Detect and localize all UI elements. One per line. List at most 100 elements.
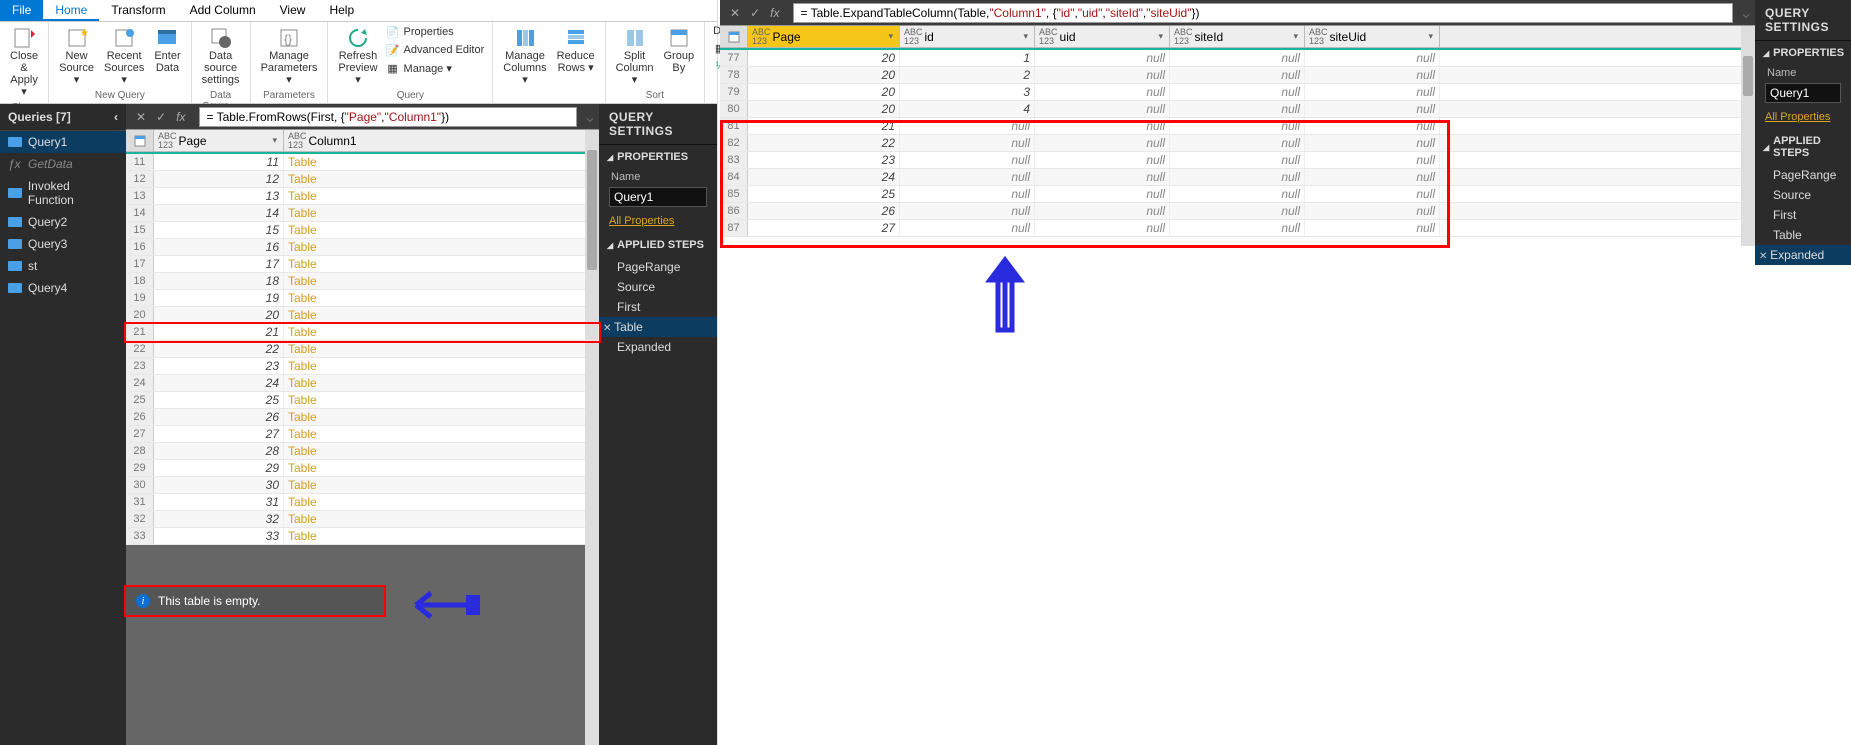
table-row[interactable]: 2525Table [126, 392, 599, 409]
manage-columns-button[interactable]: Manage Columns ▾ [499, 24, 550, 88]
advanced-editor-button[interactable]: 📝Advanced Editor [384, 42, 487, 58]
table-row[interactable]: 79203nullnullnull [720, 84, 1755, 101]
formula-commit-icon[interactable]: ✓ [156, 110, 166, 124]
table-row[interactable]: 8323nullnullnullnull [720, 152, 1755, 169]
applied-step[interactable]: PageRange [1755, 165, 1851, 185]
tab-file[interactable]: File [0, 0, 43, 21]
recent-sources-button[interactable]: Recent Sources ▾ [100, 24, 148, 88]
applied-step[interactable]: First [599, 297, 717, 317]
table-row[interactable]: 2929Table [126, 460, 599, 477]
data-source-settings-button[interactable]: Data source settings [198, 24, 244, 88]
col-header-id[interactable]: ABC 123id▾ [900, 26, 1035, 47]
table-row[interactable]: 2222Table [126, 341, 599, 358]
qs-properties-header[interactable]: PROPERTIES [1755, 41, 1851, 65]
filter-icon[interactable]: ▾ [1291, 31, 1300, 42]
select-all-corner[interactable] [126, 130, 154, 151]
table-row[interactable]: 2424Table [126, 375, 599, 392]
formula-dropdown-icon[interactable]: ⌄ [1737, 3, 1755, 23]
formula-input-right[interactable]: = Table.ExpandTableColumn(Table, "Column… [793, 3, 1733, 23]
table-row[interactable]: 1111Table [126, 154, 599, 171]
table-row[interactable]: 2828Table [126, 443, 599, 460]
filter-icon[interactable]: ▾ [1021, 31, 1030, 42]
all-properties-link[interactable]: All Properties [1755, 105, 1851, 129]
table-row[interactable]: 1515Table [126, 222, 599, 239]
table-row[interactable]: 1717Table [126, 256, 599, 273]
table-row[interactable]: 8121nullnullnullnull [720, 118, 1755, 135]
applied-step[interactable]: Table [599, 317, 717, 337]
all-properties-link[interactable]: All Properties [599, 209, 717, 233]
filter-icon[interactable]: ▾ [1426, 31, 1435, 42]
table-row[interactable]: 8222nullnullnullnull [720, 135, 1755, 152]
table-row[interactable]: 1212Table [126, 171, 599, 188]
table-row[interactable]: 2121Table [126, 324, 599, 341]
formula-cancel-icon[interactable]: ✕ [730, 6, 740, 20]
qs-name-input[interactable]: Query1 [609, 187, 707, 207]
table-row[interactable]: 80204nullnullnull [720, 101, 1755, 118]
refresh-preview-button[interactable]: Refresh Preview ▾ [334, 24, 381, 88]
enter-data-button[interactable]: Enter Data [150, 24, 184, 76]
qs-properties-header[interactable]: PROPERTIES [599, 145, 717, 169]
col-header-siteid[interactable]: ABC 123siteId▾ [1170, 26, 1305, 47]
table-row[interactable]: 1414Table [126, 205, 599, 222]
table-row[interactable]: 1919Table [126, 290, 599, 307]
query-item[interactable]: Query1 [0, 131, 126, 153]
formula-commit-icon[interactable]: ✓ [750, 6, 760, 20]
table-row[interactable]: 1313Table [126, 188, 599, 205]
table-row[interactable]: 78202nullnullnull [720, 67, 1755, 84]
table-row[interactable]: 2020Table [126, 307, 599, 324]
table-row[interactable]: 1616Table [126, 239, 599, 256]
col-header-page[interactable]: ABC 123 Page ▾ [154, 130, 284, 151]
tab-transform[interactable]: Transform [99, 0, 177, 21]
table-row[interactable]: 2323Table [126, 358, 599, 375]
reduce-rows-button[interactable]: Reduce Rows ▾ [553, 24, 599, 76]
table-row[interactable]: 3030Table [126, 477, 599, 494]
applied-step[interactable]: Source [599, 277, 717, 297]
applied-step[interactable]: Expanded [599, 337, 717, 357]
table-row[interactable]: 8424nullnullnullnull [720, 169, 1755, 186]
tab-home[interactable]: Home [43, 0, 99, 21]
qs-applied-steps-header[interactable]: APPLIED STEPS [1755, 129, 1851, 165]
table-row[interactable]: 77201nullnullnull [720, 50, 1755, 67]
formula-cancel-icon[interactable]: ✕ [136, 110, 146, 124]
tab-help[interactable]: Help [317, 0, 366, 21]
manage-parameters-button[interactable]: {} Manage Parameters ▾ [257, 24, 322, 88]
table-row[interactable]: 8525nullnullnullnull [720, 186, 1755, 203]
applied-step[interactable]: PageRange [599, 257, 717, 277]
applied-step[interactable]: Expanded [1755, 245, 1851, 265]
formula-input[interactable]: = Table.FromRows(First, {"Page", "Column… [199, 107, 577, 127]
col-header-column1[interactable]: ABC 123 Column1 ▾ [284, 130, 599, 151]
query-item[interactable]: Query3 [0, 233, 126, 255]
filter-icon[interactable]: ▾ [886, 31, 895, 42]
query-item[interactable]: ƒxGetData [0, 153, 126, 175]
formula-dropdown-icon[interactable]: ⌄ [581, 107, 599, 127]
filter-icon[interactable]: ▾ [270, 135, 279, 146]
qs-applied-steps-header[interactable]: APPLIED STEPS [599, 233, 717, 257]
new-source-button[interactable]: ★ New Source ▾ [55, 24, 98, 88]
table-row[interactable]: 2727Table [126, 426, 599, 443]
query-item[interactable]: Query2 [0, 211, 126, 233]
tab-add-column[interactable]: Add Column [178, 0, 268, 21]
fx-icon[interactable]: fx [770, 6, 779, 20]
table-row[interactable]: 3232Table [126, 511, 599, 528]
table-row[interactable]: 8626nullnullnullnull [720, 203, 1755, 220]
fx-icon[interactable]: fx [176, 110, 185, 124]
table-row[interactable]: 2626Table [126, 409, 599, 426]
manage-button[interactable]: ▦Manage ▾ [384, 60, 487, 76]
split-column-button[interactable]: Split Column ▾ [612, 24, 658, 88]
query-item[interactable]: Query4 [0, 277, 126, 299]
qs-name-input[interactable]: Query1 [1765, 83, 1841, 103]
query-item[interactable]: Invoked Function [0, 175, 126, 211]
col-header-page-r[interactable]: ABC 123 Page ▾ [748, 26, 900, 47]
table-row[interactable]: 1818Table [126, 273, 599, 290]
scrollbar[interactable] [585, 130, 599, 745]
table-row[interactable]: 3333Table [126, 528, 599, 545]
col-header-siteuid[interactable]: ABC 123siteUid▾ [1305, 26, 1440, 47]
select-all-corner[interactable] [720, 26, 748, 47]
group-by-button[interactable]: Group By [660, 24, 699, 76]
scrollbar[interactable] [1741, 26, 1755, 246]
table-row[interactable]: 3131Table [126, 494, 599, 511]
scrollbar-thumb[interactable] [1743, 56, 1753, 96]
table-row[interactable]: 8727nullnullnullnull [720, 220, 1755, 237]
applied-step[interactable]: Table [1755, 225, 1851, 245]
close-apply-button[interactable]: Close & Apply ▾ [6, 24, 42, 100]
